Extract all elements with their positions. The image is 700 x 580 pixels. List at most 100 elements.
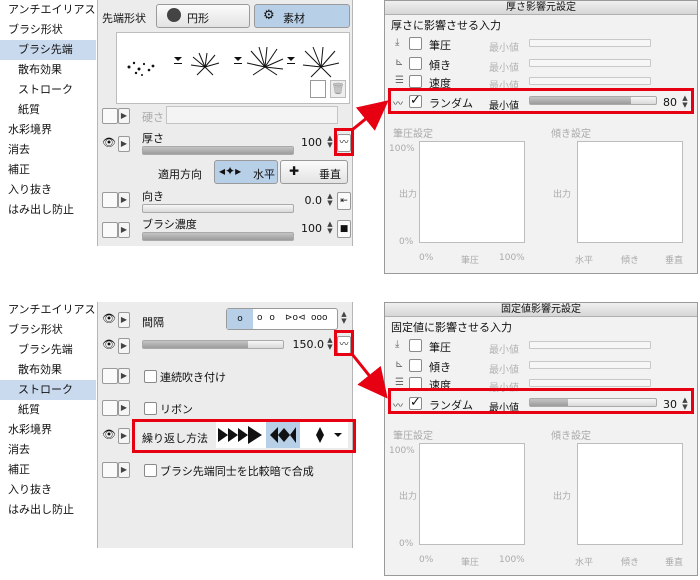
eye-icon[interactable]: 👁 xyxy=(102,312,116,326)
trash-icon[interactable]: 🗑 xyxy=(330,80,346,98)
interval-type-selector[interactable]: o o o ⊳o⊲ ooo xyxy=(226,308,338,330)
interval-value[interactable]: 150.0 xyxy=(286,338,325,351)
orientation-slider[interactable] xyxy=(142,204,294,213)
new-tip-icon[interactable] xyxy=(310,80,326,98)
interval-type-option[interactable]: ooo xyxy=(311,313,328,323)
eye-icon[interactable]: 👁 xyxy=(102,428,116,442)
interval-type-option[interactable]: o o xyxy=(257,313,277,323)
category-item[interactable]: ブラシ先端 xyxy=(0,340,96,360)
category-item-selected[interactable]: ブラシ先端 xyxy=(0,40,96,60)
category-item[interactable]: 補正 xyxy=(0,160,96,180)
min-value-slider[interactable] xyxy=(529,39,651,47)
category-item[interactable]: はみ出し防止 xyxy=(0,200,96,220)
hardness-label: 硬さ xyxy=(142,111,164,124)
tilt-graph[interactable] xyxy=(577,141,683,243)
min-value-slider[interactable] xyxy=(529,379,651,387)
vertical-button[interactable]: ✚ 垂直 xyxy=(280,160,348,184)
material-tip-button[interactable]: ⚙ 素材 xyxy=(254,4,350,28)
category-item[interactable]: 消去 xyxy=(0,440,96,460)
dialog-heading: 固定値に影響させる入力 xyxy=(391,321,512,334)
min-value-slider[interactable] xyxy=(529,361,651,369)
pin-toggle[interactable] xyxy=(102,462,118,478)
expand-arrow-icon[interactable]: ▶ xyxy=(118,462,130,478)
expand-arrow-icon[interactable]: ▶ xyxy=(118,338,130,354)
thickness-value[interactable]: 100 xyxy=(284,136,322,149)
dialog-heading: 厚さに影響させる入力 xyxy=(391,19,501,32)
category-item[interactable]: 入り抜き xyxy=(0,180,96,200)
ribbon-checkbox[interactable] xyxy=(144,402,157,415)
thickness-fill xyxy=(143,147,293,154)
spin-icon[interactable]: ▲ ▼ xyxy=(326,221,334,235)
min-value-slider[interactable] xyxy=(529,341,651,349)
category-item[interactable]: ストローク xyxy=(0,80,96,100)
expand-arrow-icon[interactable]: ▶ xyxy=(118,108,130,124)
category-item[interactable]: 散布効果 xyxy=(0,360,96,380)
expand-arrow-icon[interactable]: ▶ xyxy=(118,222,130,238)
dialog-title: 固定値影響元設定 xyxy=(385,303,697,317)
spin-icon[interactable]: ▲ ▼ xyxy=(340,311,348,325)
density-setting-icon[interactable]: ■ xyxy=(337,220,351,238)
pin-toggle[interactable] xyxy=(102,222,118,238)
expand-arrow-icon[interactable]: ▶ xyxy=(118,312,130,328)
brush-density-value[interactable]: 100 xyxy=(284,222,322,235)
category-item[interactable]: はみ出し防止 xyxy=(0,500,96,520)
compare-tips-checkbox[interactable] xyxy=(144,464,157,477)
pressure-checkbox[interactable] xyxy=(409,37,422,50)
thickness-slider[interactable] xyxy=(142,146,294,155)
circle-tip-button[interactable]: 円形 xyxy=(156,4,250,28)
spin-icon[interactable]: ▲ ▼ xyxy=(326,135,334,149)
tilt-graph[interactable] xyxy=(577,443,683,545)
category-item-selected[interactable]: ストローク xyxy=(0,380,96,400)
tilt-checkbox[interactable] xyxy=(409,57,422,70)
category-item[interactable]: アンチエイリアス xyxy=(0,300,96,320)
x-axis-label: 0% xyxy=(419,555,434,565)
ribbon-label: リボン xyxy=(160,403,193,416)
category-item[interactable]: ブラシ形状 xyxy=(0,320,96,340)
category-item[interactable]: アンチエイリアス xyxy=(0,0,96,20)
pressure-graph[interactable] xyxy=(419,443,525,545)
pressure-checkbox[interactable] xyxy=(409,339,422,352)
category-item[interactable]: 消去 xyxy=(0,140,96,160)
output-label: 出力 xyxy=(553,190,572,200)
eye-icon[interactable]: 👁 xyxy=(102,338,116,352)
expand-arrow-icon[interactable]: ▶ xyxy=(118,400,130,416)
category-item[interactable]: 水彩境界 xyxy=(0,420,96,440)
interval-type-option[interactable]: ⊳o⊲ xyxy=(285,313,306,323)
category-item[interactable]: 散布効果 xyxy=(0,60,96,80)
expand-arrow-icon[interactable]: ▶ xyxy=(118,136,130,152)
output-label: 出力 xyxy=(399,492,418,502)
pin-toggle[interactable] xyxy=(102,368,118,384)
category-item[interactable]: 紙質 xyxy=(0,100,96,120)
interval-slider[interactable] xyxy=(142,340,284,349)
interval-type-option[interactable]: o xyxy=(227,309,253,329)
category-item[interactable]: 水彩境界 xyxy=(0,120,96,140)
expand-arrow-icon[interactable]: ▶ xyxy=(118,428,130,444)
speed-icon: ☰ xyxy=(395,377,404,388)
category-item[interactable]: 紙質 xyxy=(0,400,96,420)
category-item[interactable]: 補正 xyxy=(0,460,96,480)
pin-toggle[interactable] xyxy=(102,108,118,124)
expand-arrow-icon[interactable]: ▶ xyxy=(118,192,130,208)
brush-density-slider[interactable] xyxy=(142,232,294,241)
pin-toggle[interactable] xyxy=(102,192,118,208)
min-value-slider[interactable] xyxy=(529,77,651,85)
tip-thumbnail xyxy=(302,46,340,78)
hardness-selector[interactable] xyxy=(166,106,338,124)
pressure-graph[interactable] xyxy=(419,141,525,243)
tip-thumbnail xyxy=(127,61,155,76)
horizontal-button[interactable]: ◂✦▸ 水平 xyxy=(214,160,278,184)
min-value-slider[interactable] xyxy=(529,59,651,67)
continuous-spray-checkbox[interactable] xyxy=(144,370,157,383)
speed-checkbox[interactable] xyxy=(409,75,422,88)
eye-icon[interactable]: 👁 xyxy=(102,136,116,150)
orientation-setting-icon[interactable]: ⇤ xyxy=(337,192,351,210)
pin-toggle[interactable] xyxy=(102,400,118,416)
spin-icon[interactable]: ▲ ▼ xyxy=(326,337,334,351)
orientation-value[interactable]: 0.0 xyxy=(284,194,323,207)
category-item[interactable]: ブラシ形状 xyxy=(0,20,96,40)
x-axis-label: 水平 xyxy=(575,558,594,568)
spin-icon[interactable]: ▲ ▼ xyxy=(326,193,334,207)
tilt-checkbox[interactable] xyxy=(409,359,422,372)
category-item[interactable]: 入り抜き xyxy=(0,480,96,500)
expand-arrow-icon[interactable]: ▶ xyxy=(118,368,130,384)
